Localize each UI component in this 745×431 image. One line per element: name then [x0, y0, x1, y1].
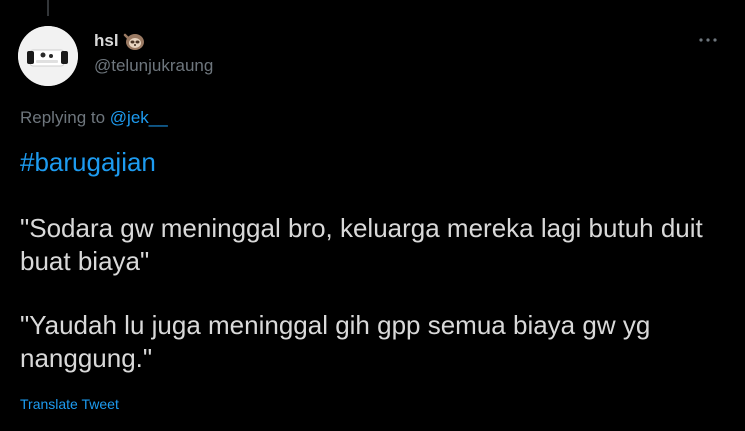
tweet-header: hsl @telunjukraung: [94, 30, 213, 76]
reply-context: Replying to @jek__: [20, 108, 168, 128]
name-row: hsl: [94, 30, 213, 52]
tweet-paragraph: "Yaudah lu juga meninggal gih gpp semua …: [20, 310, 651, 373]
thread-connector-line: [47, 0, 49, 16]
display-name[interactable]: hsl: [94, 31, 119, 51]
user-handle[interactable]: @telunjukraung: [94, 56, 213, 76]
sloth-emoji-icon: [123, 31, 145, 51]
more-options-icon: [699, 38, 717, 42]
tweet-text: #barugajian "Sodara gw meninggal bro, ke…: [20, 146, 720, 375]
reply-mention-link[interactable]: @jek__: [110, 108, 168, 127]
translate-tweet-link[interactable]: Translate Tweet: [20, 396, 119, 412]
tweet-paragraph: "Sodara gw meninggal bro, keluarga merek…: [20, 213, 703, 276]
avatar[interactable]: [18, 26, 78, 86]
reply-context-prefix: Replying to: [20, 108, 110, 127]
hashtag-link[interactable]: #barugajian: [20, 146, 720, 179]
more-options-button[interactable]: [693, 28, 723, 52]
tweet: hsl @telunjukraung Replying to @jek__ #b…: [0, 0, 745, 431]
avatar-image: [18, 26, 78, 86]
